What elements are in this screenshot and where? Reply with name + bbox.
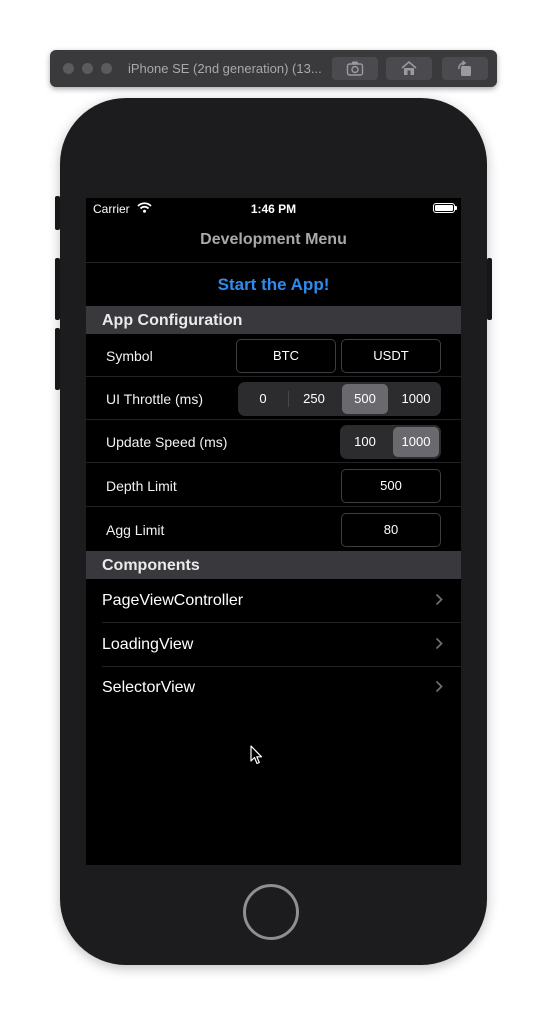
start-app-row: Start the App! xyxy=(86,263,461,306)
update-speed-option-1000[interactable]: 1000 xyxy=(393,427,439,457)
screenshot-button[interactable] xyxy=(332,57,378,80)
chevron-right-icon xyxy=(435,637,443,650)
ui-throttle-segmented-control[interactable]: 0 250 500 1000 xyxy=(238,382,441,416)
volume-down-button xyxy=(55,328,60,390)
base-symbol-field[interactable]: BTC xyxy=(236,339,336,373)
device-title: iPhone SE (2nd generation) (13... xyxy=(128,61,322,76)
ui-throttle-option-0[interactable]: 0 xyxy=(240,384,286,414)
chevron-right-icon xyxy=(435,593,443,606)
update-speed-option-100[interactable]: 100 xyxy=(342,427,388,457)
symbol-row: Symbol BTC USDT xyxy=(86,334,461,377)
update-speed-segmented-control[interactable]: 100 1000 xyxy=(340,425,441,459)
page-title: Development Menu xyxy=(200,231,347,248)
minimize-window-dot[interactable] xyxy=(82,63,93,74)
home-icon xyxy=(401,60,417,75)
list-item-page-view-controller[interactable]: PageViewController xyxy=(86,579,461,623)
agg-limit-row: Agg Limit 80 xyxy=(86,508,461,551)
list-item-label: PageViewController xyxy=(102,592,244,609)
list-item-label: SelectorView xyxy=(102,679,196,696)
close-window-dot[interactable] xyxy=(63,63,74,74)
mute-switch xyxy=(55,196,60,230)
device-screen: Carrier 1:46 PM Development Menu Start t… xyxy=(86,198,461,865)
list-item-label: LoadingView xyxy=(102,636,194,653)
depth-limit-label: Depth Limit xyxy=(106,478,177,494)
agg-limit-label: Agg Limit xyxy=(106,522,165,538)
update-speed-row: Update Speed (ms) 100 1000 xyxy=(86,420,461,463)
navigation-bar: Development Menu xyxy=(86,218,461,263)
rotate-button[interactable] xyxy=(442,57,488,80)
list-item-loading-view[interactable]: LoadingView xyxy=(86,623,461,667)
agg-limit-field[interactable]: 80 xyxy=(341,513,441,547)
status-time: 1:46 PM xyxy=(250,202,297,216)
ui-throttle-option-500[interactable]: 500 xyxy=(342,384,388,414)
depth-limit-field[interactable]: 500 xyxy=(341,469,441,503)
update-speed-label: Update Speed (ms) xyxy=(106,434,228,450)
start-app-button[interactable]: Start the App! xyxy=(86,275,461,295)
ui-throttle-option-1000[interactable]: 1000 xyxy=(393,384,439,414)
chevron-right-icon xyxy=(435,680,443,693)
depth-limit-row: Depth Limit 500 xyxy=(86,464,461,507)
mouse-cursor-icon xyxy=(250,745,263,765)
quote-symbol-field[interactable]: USDT xyxy=(341,339,441,373)
list-item-selector-view[interactable]: SelectorView xyxy=(86,666,461,710)
section-title: Components xyxy=(102,557,200,574)
section-title: App Configuration xyxy=(102,312,243,329)
ui-throttle-option-250[interactable]: 250 xyxy=(291,384,337,414)
volume-up-button xyxy=(55,258,60,320)
zoom-window-dot[interactable] xyxy=(101,63,112,74)
section-header-app-configuration: App Configuration xyxy=(86,306,461,334)
status-bar: Carrier 1:46 PM xyxy=(86,198,461,218)
ui-throttle-row: UI Throttle (ms) 0 250 500 1000 xyxy=(86,377,461,420)
section-header-components: Components xyxy=(86,551,461,579)
home-button[interactable] xyxy=(386,57,432,80)
rotate-icon xyxy=(458,60,471,76)
home-hardware-button[interactable] xyxy=(243,884,299,940)
camera-icon xyxy=(346,61,364,76)
battery-icon xyxy=(433,203,457,213)
simulator-toolbar: iPhone SE (2nd generation) (13... xyxy=(50,50,497,87)
symbol-label: Symbol xyxy=(106,348,153,364)
ui-throttle-label: UI Throttle (ms) xyxy=(106,391,203,407)
power-button xyxy=(487,258,492,320)
